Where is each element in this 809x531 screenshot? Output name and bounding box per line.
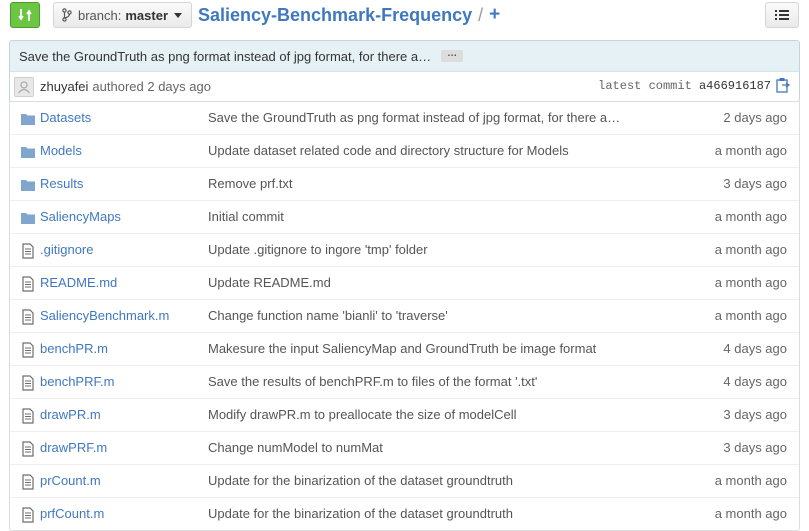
branch-label: branch:: [78, 7, 122, 23]
file-age: 3 days ago: [723, 176, 787, 191]
file-age: 4 days ago: [723, 341, 787, 356]
file-commit-message[interactable]: Modify drawPR.m to preallocate the size …: [208, 407, 517, 422]
file-age: 3 days ago: [723, 440, 787, 455]
compare-icon: [18, 9, 32, 21]
file-name-link[interactable]: Datasets: [40, 110, 91, 125]
latest-commit-info: latest commit a466916187: [598, 79, 771, 93]
file-commit-message[interactable]: Makesure the input SaliencyMap and Groun…: [208, 341, 596, 356]
file-row: benchPRF.m Save the results of benchPRF.m…: [10, 365, 799, 398]
file-list: Datasets Save the GroundTruth as png form…: [9, 101, 800, 531]
commit-message[interactable]: Save the GroundTruth as png format inste…: [19, 49, 431, 64]
file-commit-message[interactable]: Update README.md: [208, 275, 331, 290]
file-row: SaliencyBenchmark.m Change function name …: [10, 299, 799, 332]
file-name-link[interactable]: benchPRF.m: [40, 374, 114, 389]
file-commit-message[interactable]: Update for the binarization of the datas…: [208, 506, 513, 521]
file-row: prCount.m Update for the binarization of …: [10, 464, 799, 497]
file-row: drawPRF.m Change numModel to numMat 3 days…: [10, 431, 799, 464]
file-age: a month ago: [714, 275, 787, 290]
branch-icon: [62, 8, 72, 22]
file-name-link[interactable]: drawPRF.m: [40, 440, 107, 455]
file-icon: [22, 309, 34, 325]
file-commit-message[interactable]: Update for the binarization of the datas…: [208, 473, 513, 488]
copy-sha-button[interactable]: [776, 77, 791, 96]
folder-icon: [21, 180, 35, 191]
file-age: a month ago: [714, 308, 787, 323]
file-commit-message[interactable]: Initial commit: [208, 209, 284, 224]
breadcrumb: Saliency-Benchmark-Frequency / +: [198, 4, 500, 26]
commit-meta: zhuyafei authored 2 days ago latest comm…: [10, 72, 799, 101]
branch-selector[interactable]: branch: master: [53, 2, 193, 28]
commit-author[interactable]: zhuyafei: [40, 79, 88, 94]
branch-name: master: [125, 7, 169, 23]
file-row: prfCount.m Update for the binarization of…: [10, 497, 799, 530]
file-name-link[interactable]: .gitignore: [40, 242, 93, 257]
file-icon: [22, 375, 34, 391]
add-file-button[interactable]: +: [489, 4, 500, 26]
folder-icon: [21, 114, 35, 125]
clipboard-icon: [776, 78, 791, 93]
file-row: Results Remove prf.txt 3 days ago: [10, 167, 799, 200]
file-row: benchPR.m Makesure the input SaliencyMap …: [10, 332, 799, 365]
commit-title-bar: Save the GroundTruth as png format inste…: [10, 41, 799, 72]
file-row: README.md Update README.md a month ago: [10, 266, 799, 299]
file-commit-message[interactable]: Change function name 'bianli' to 'traver…: [208, 308, 448, 323]
file-icon: [22, 408, 34, 424]
folder-icon: [21, 213, 35, 224]
file-commit-message[interactable]: Change numModel to numMat: [208, 440, 383, 455]
file-age: a month ago: [714, 506, 787, 521]
commit-sha[interactable]: a466916187: [699, 79, 771, 93]
file-name-link[interactable]: SaliencyBenchmark.m: [40, 308, 169, 323]
file-commit-message[interactable]: Save the results of benchPRF.m to files …: [208, 374, 537, 389]
file-icon: [22, 342, 34, 358]
file-icon: [22, 474, 34, 490]
file-name-link[interactable]: drawPR.m: [40, 407, 101, 422]
file-age: 4 days ago: [723, 374, 787, 389]
user-icon: [18, 80, 30, 93]
file-row: drawPR.m Modify drawPR.m to preallocate t…: [10, 398, 799, 431]
breadcrumb-separator: /: [478, 4, 484, 25]
file-icon: [22, 243, 34, 259]
list-icon: [775, 10, 789, 20]
repo-header: branch: master Saliency-Benchmark-Freque…: [0, 0, 809, 32]
file-commit-message[interactable]: Save the GroundTruth as png format inste…: [208, 110, 620, 125]
file-name-link[interactable]: prCount.m: [40, 473, 101, 488]
file-name-link[interactable]: README.md: [40, 275, 117, 290]
file-row: SaliencyMaps Initial commit a month ago: [10, 200, 799, 233]
file-row: Models Update dataset related code and di…: [10, 134, 799, 167]
compare-button[interactable]: [10, 2, 40, 28]
file-age: a month ago: [714, 143, 787, 158]
commit-authored-time: authored 2 days ago: [92, 79, 211, 94]
file-commit-message[interactable]: Update dataset related code and director…: [208, 143, 569, 158]
file-row: .gitignore Update .gitignore to ingore 't…: [10, 233, 799, 266]
file-icon: [22, 276, 34, 292]
chevron-down-icon: [174, 12, 183, 18]
file-age: 2 days ago: [723, 110, 787, 125]
latest-commit-box: Save the GroundTruth as png format inste…: [9, 40, 800, 102]
file-age: 3 days ago: [723, 407, 787, 422]
folder-icon: [21, 147, 35, 158]
file-list-toggle-button[interactable]: [765, 2, 799, 28]
file-name-link[interactable]: Results: [40, 176, 83, 191]
latest-commit-label: latest commit: [598, 79, 692, 93]
file-age: a month ago: [714, 473, 787, 488]
file-row: Datasets Save the GroundTruth as png form…: [10, 101, 799, 134]
expand-commit-button[interactable]: …: [441, 49, 464, 62]
file-age: a month ago: [714, 209, 787, 224]
file-age: a month ago: [714, 242, 787, 257]
file-commit-message[interactable]: Remove prf.txt: [208, 176, 293, 191]
file-icon: [22, 441, 34, 457]
file-name-link[interactable]: SaliencyMaps: [40, 209, 121, 224]
file-name-link[interactable]: benchPR.m: [40, 341, 108, 356]
repo-name-link[interactable]: Saliency-Benchmark-Frequency: [198, 5, 472, 26]
file-commit-message[interactable]: Update .gitignore to ingore 'tmp' folder: [208, 242, 428, 257]
file-icon: [22, 507, 34, 523]
avatar[interactable]: [14, 76, 34, 97]
file-name-link[interactable]: prfCount.m: [40, 506, 104, 521]
file-name-link[interactable]: Models: [40, 143, 82, 158]
